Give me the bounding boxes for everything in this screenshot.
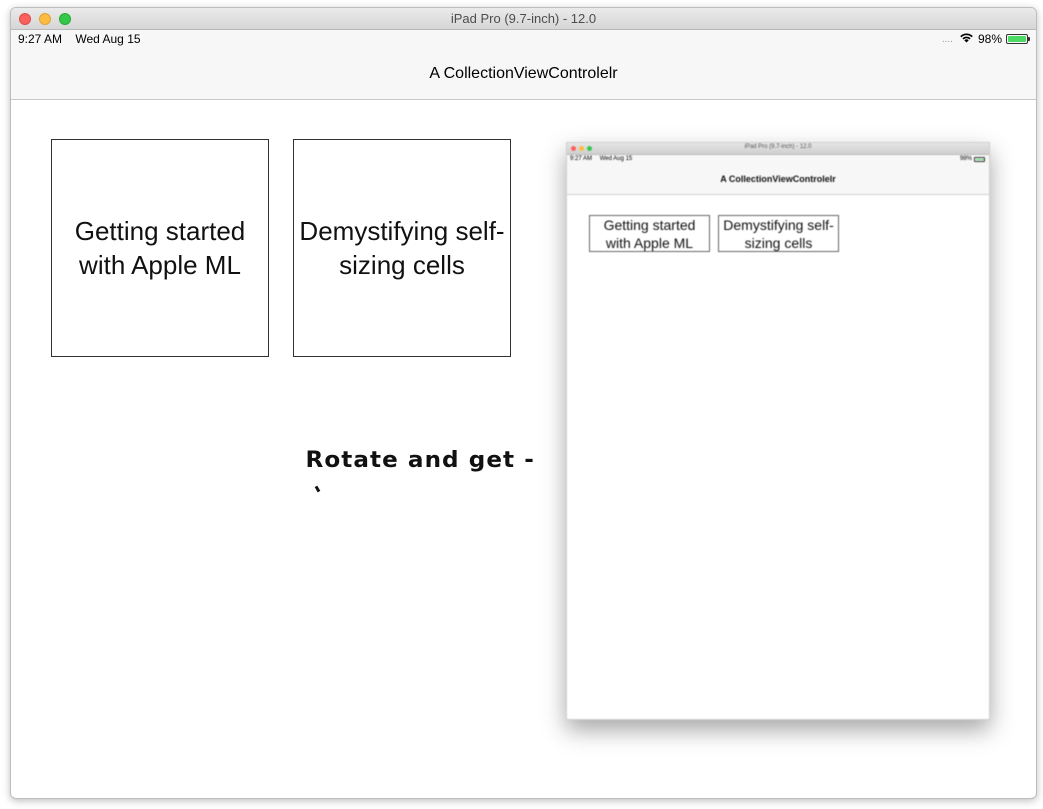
annotation-mark [314,485,321,493]
battery-fill [1008,36,1026,42]
mini-battery-fill [976,158,984,160]
mini-nav-title: A CollectionViewControlelr [720,174,836,184]
collection-cell-self-sizing[interactable]: Demystifying self- sizing cells [293,139,511,357]
signal-dots: .... [941,33,953,45]
mini-battery-icon [974,156,985,162]
simulator-window: iPad Pro (9.7-inch) - 12.0 9:27 AM Wed A… [10,7,1037,799]
status-time: 9:27 AM [18,32,63,46]
navigation-bar: A CollectionViewControlelr [11,48,1036,100]
mini-cell-self-sizing: Demystifying self- sizing cells [718,215,839,252]
mini-titlebar: iPad Pro (9.7-inch) - 12.0 [567,143,989,155]
mini-window-title: iPad Pro (9.7-inch) - 12.0 [744,144,812,150]
mini-status-bar: 9:27 AM Wed Aug 15 98% [567,155,989,164]
wifi-icon [959,32,974,46]
nav-title: A CollectionViewControlelr [429,65,618,82]
battery-tip [1028,37,1030,41]
battery-icon [1006,34,1030,44]
mini-battery-percent: 98% [959,156,972,162]
window-title: iPad Pro (9.7-inch) - 12.0 [450,11,597,26]
mini-status-left: 9:27 AM Wed Aug 15 [570,156,638,162]
mini-navigation-bar: A CollectionViewControlelr [567,164,989,195]
embedded-rotated-screenshot: iPad Pro (9.7-inch) - 12.0 9:27 AM Wed A… [566,142,990,720]
mini-status-right: 98% [960,156,985,162]
handwritten-annotation: Rotate and get - [305,448,535,473]
status-date: Wed Aug 15 [75,32,141,46]
battery-percent: 98% [977,32,1002,46]
mini-status-date: Wed Aug 15 [599,156,633,162]
window-titlebar[interactable]: iPad Pro (9.7-inch) - 12.0 [11,8,1036,30]
mini-cell-getting-started: Getting started with Apple ML [589,215,710,252]
status-left: 9:27 AM Wed Aug 15 [18,32,151,46]
mini-status-time: 9:27 AM [570,156,593,162]
status-bar: 9:27 AM Wed Aug 15 .... 98% [11,30,1036,48]
collection-cell-getting-started[interactable]: Getting started with Apple ML [51,139,269,357]
status-right: .... 98% [941,32,1030,46]
